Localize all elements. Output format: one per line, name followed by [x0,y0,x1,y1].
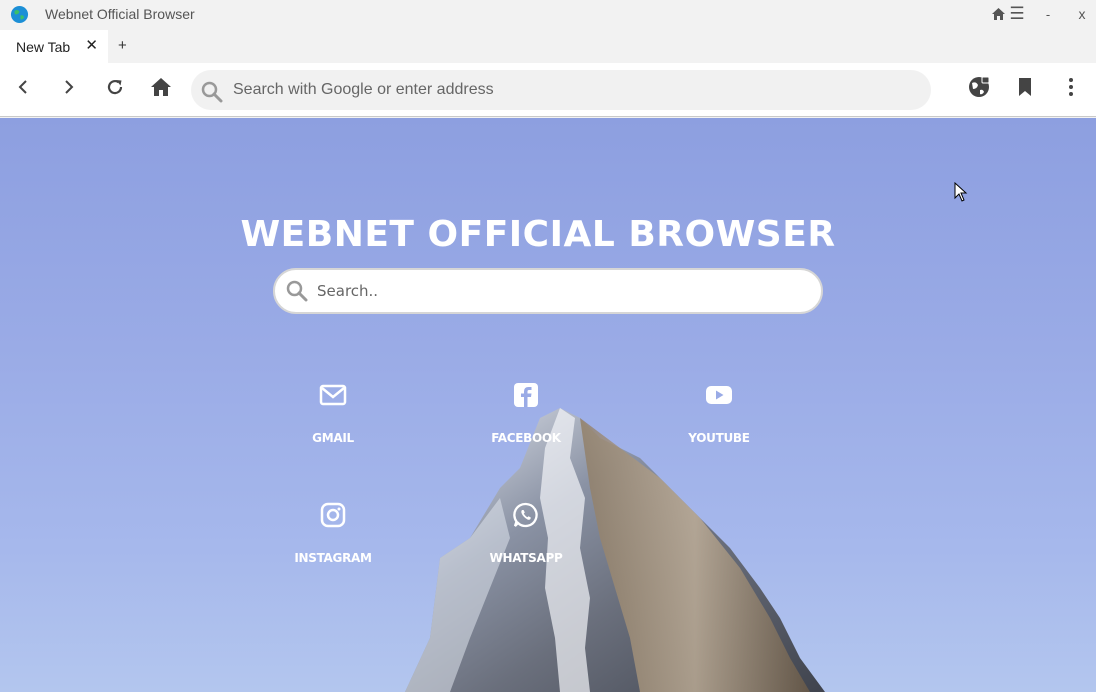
shortcut-youtube[interactable]: YOUTUBE [659,381,779,471]
minimize-button[interactable]: - [1042,0,1054,28]
close-window-button[interactable]: x [1076,0,1088,28]
menu-hamburger-icon[interactable]: ☰ [1008,0,1026,28]
search-icon [201,81,223,103]
envelope-icon [319,384,347,406]
search-icon [286,280,308,302]
reload-icon[interactable] [103,75,127,99]
window-title: Webnet Official Browser [45,6,195,22]
shortcut-label: INSTAGRAM [294,551,372,565]
close-tab-icon[interactable]: ✕ [85,38,98,54]
shortcut-whatsapp[interactable]: WHATSAPP [466,501,586,591]
shortcut-label: YOUTUBE [688,431,750,445]
tab-label: New Tab [16,38,71,55]
shortcut-instagram[interactable]: INSTAGRAM [273,501,393,591]
page-search-input[interactable] [315,270,805,312]
tab-strip: New Tab ✕ + [0,28,1096,63]
youtube-icon [706,386,732,404]
shortcut-label: WHATSAPP [489,551,563,565]
vpn-globe-icon[interactable] [967,75,991,99]
page-title: WEBNET OFFICIAL BROWSER [240,214,836,255]
shortcut-facebook[interactable]: FACEBOOK [466,381,586,471]
back-icon[interactable] [11,75,35,99]
address-input[interactable] [231,70,911,110]
more-vert-icon[interactable] [1059,75,1083,99]
whatsapp-icon [513,502,538,528]
home-icon[interactable] [149,75,173,99]
globe-logo-icon [10,5,29,24]
home-window-icon[interactable] [991,0,1005,28]
navigation-toolbar [0,63,1096,117]
page-search-box[interactable] [273,268,823,314]
address-bar[interactable] [191,70,931,110]
shortcut-label: GMAIL [312,431,354,445]
tab-new-tab[interactable]: New Tab ✕ [0,30,108,63]
facebook-icon [514,383,538,407]
title-bar: Webnet Official Browser ☰ - x [0,0,1096,28]
mouse-cursor-icon [954,182,968,202]
forward-icon[interactable] [57,75,81,99]
instagram-icon [320,502,346,528]
new-tab-button[interactable]: + [118,37,127,54]
bookmark-icon[interactable] [1013,75,1037,99]
new-tab-page: WEBNET OFFICIAL BROWSER GMAIL FACEBOOK Y… [0,118,1096,692]
shortcut-label: FACEBOOK [491,431,561,445]
shortcut-gmail[interactable]: GMAIL [273,381,393,471]
